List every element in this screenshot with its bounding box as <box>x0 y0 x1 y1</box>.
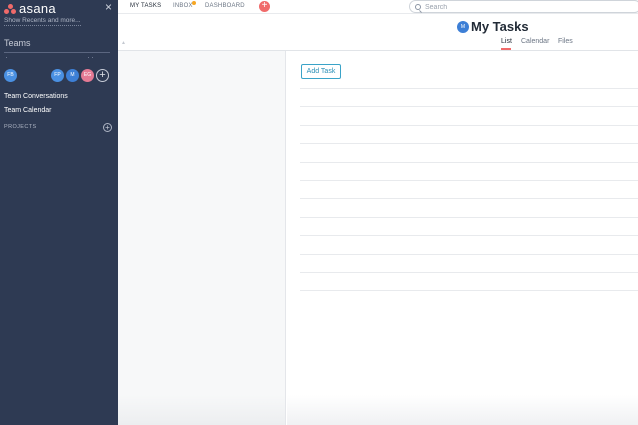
task-row[interactable] <box>300 272 638 273</box>
bottom-shadow <box>287 395 638 425</box>
task-row[interactable] <box>300 180 638 181</box>
inbox-notification-badge <box>192 1 196 5</box>
task-row[interactable] <box>300 161 638 163</box>
tab-inbox[interactable]: INBOX <box>173 3 193 10</box>
add-project-icon[interactable]: + <box>103 123 112 132</box>
divider-dot <box>88 57 89 58</box>
tab-dashboard[interactable]: DASHBOARD <box>205 3 245 10</box>
team-member-avatar[interactable]: FP <box>51 69 64 82</box>
avatar: M <box>457 21 469 33</box>
task-row[interactable] <box>300 290 638 292</box>
task-row[interactable] <box>300 198 638 200</box>
task-row[interactable] <box>300 106 638 108</box>
sidebar: asana × Show Recents and more... Teams F… <box>0 0 118 425</box>
tab-my-tasks[interactable]: MY TASKS <box>130 3 161 10</box>
team-member-avatar[interactable]: M <box>66 69 79 82</box>
tab-calendar[interactable]: Calendar <box>521 38 549 46</box>
divider-dot <box>6 57 7 58</box>
asana-logo-icon <box>4 3 16 15</box>
task-row[interactable] <box>300 88 638 89</box>
sidebar-item-team-calendar[interactable]: Team Calendar <box>4 106 51 115</box>
pane-shadow <box>118 395 285 425</box>
search-icon <box>415 4 421 10</box>
projects-label: PROJECTS <box>4 124 37 130</box>
close-sidebar-icon[interactable]: × <box>105 1 112 13</box>
asana-logo[interactable]: asana <box>4 2 56 16</box>
task-row[interactable] <box>300 143 638 145</box>
add-member-icon[interactable]: + <box>96 69 109 82</box>
sidebar-item-team-conversations[interactable]: Team Conversations <box>4 92 68 101</box>
left-pane <box>118 51 286 425</box>
teams-label: Teams <box>4 38 31 48</box>
add-task-button[interactable]: Add Task <box>301 64 341 79</box>
search-input[interactable] <box>425 2 625 12</box>
show-recents-link[interactable]: Show Recents and more... <box>4 17 81 26</box>
team-member-avatar[interactable]: FB <box>4 69 17 82</box>
page-title: My Tasks <box>471 19 529 34</box>
tab-files[interactable]: Files <box>558 38 573 46</box>
task-row[interactable] <box>300 124 638 126</box>
collapse-triangle-icon[interactable]: ▲ <box>121 40 126 46</box>
task-row[interactable] <box>300 216 638 218</box>
task-row[interactable] <box>300 253 638 255</box>
divider-dot <box>92 57 93 58</box>
search-box[interactable] <box>409 0 638 13</box>
task-row[interactable] <box>300 235 638 237</box>
tab-list[interactable]: List <box>501 38 512 46</box>
logo-text: asana <box>19 1 56 16</box>
team-member-avatar[interactable]: EG <box>81 69 94 82</box>
teams-divider <box>4 52 110 53</box>
quick-add-button[interactable]: + <box>259 1 270 12</box>
top-nav: MY TASKS INBOX DASHBOARD + <box>118 0 638 14</box>
